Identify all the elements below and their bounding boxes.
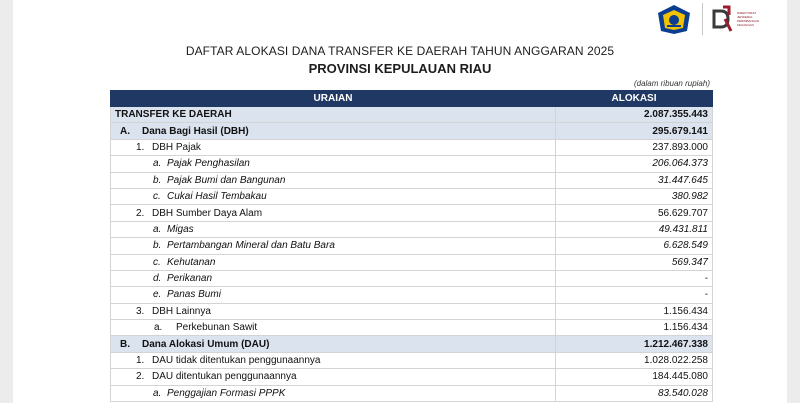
row-value: 31.447.645 — [555, 171, 713, 189]
table-row: b. Pertambangan Mineral dan Batu Bara 6.6… — [110, 237, 713, 255]
table-row: c. Kehutanan 569.347 — [110, 253, 713, 271]
row-label: 3. DBH Lainnya — [110, 302, 556, 321]
table-row: a. Perkebunan Sawit 1.156.434 — [110, 319, 713, 337]
table-row: 1. DAU tidak ditentukan penggunaannya 1.0… — [110, 351, 713, 370]
table-header-row: URAIAN ALOKASI — [110, 90, 713, 107]
row-value: 1.212.467.338 — [555, 335, 713, 353]
table-row: b. Pajak Bumi dan Bangunan 31.447.645 — [110, 171, 713, 189]
djpk-logo-icon — [712, 5, 733, 32]
row-label: e. Panas Bumi — [110, 286, 556, 304]
table-row: A. Dana Bagi Hasil (DBH) 295.679.141 — [110, 122, 713, 140]
page-title: DAFTAR ALOKASI DANA TRANSFER KE DAERAH T… — [185, 44, 615, 58]
row-value: 2.087.355.443 — [555, 105, 713, 124]
row-label: 2. DBH Sumber Daya Alam — [110, 204, 556, 222]
table-row: a. Migas 49.431.811 — [110, 220, 713, 239]
kemenkeu-logo-icon — [658, 5, 690, 34]
title-block: DAFTAR ALOKASI DANA TRANSFER KE DAERAH T… — [13, 44, 787, 76]
row-label: TRANSFER KE DAERAH — [110, 105, 556, 124]
table-row: e. Panas Bumi - — [110, 286, 713, 304]
table-row: 2. DAU ditentukan penggunaannya 184.445.0… — [110, 368, 713, 386]
row-value: - — [555, 269, 713, 288]
row-value: 184.445.080 — [555, 368, 713, 386]
row-value: 569.347 — [555, 253, 713, 271]
row-label: 1. DBH Pajak — [110, 138, 556, 157]
allocation-table: URAIAN ALOKASI TRANSFER KE DAERAH 2.087.… — [110, 90, 713, 403]
row-value: 49.431.811 — [555, 220, 713, 239]
table-row: 2. DBH Sumber Daya Alam 56.629.707 — [110, 204, 713, 222]
header-logos: DIREKTORAT JENDERAL PERIMBANGAN KEUANGAN — [654, 2, 767, 36]
row-value: 1.156.434 — [555, 319, 713, 337]
row-value: 1.156.434 — [555, 302, 713, 321]
row-label: d. Perikanan — [110, 269, 556, 288]
row-label: A. Dana Bagi Hasil (DBH) — [110, 122, 556, 140]
province-title: PROVINSI KEPULAUAN RIAU — [308, 61, 492, 76]
row-value: 83.540.028 — [555, 384, 713, 403]
row-value: 295.679.141 — [555, 122, 713, 140]
row-label: b. Pertambangan Mineral dan Batu Bara — [110, 237, 556, 255]
row-value: - — [555, 286, 713, 304]
row-label: c. Kehutanan — [110, 253, 556, 271]
table-row: B. Dana Alokasi Umum (DAU) 1.212.467.338 — [110, 335, 713, 353]
row-label: b. Pajak Bumi dan Bangunan — [110, 171, 556, 189]
row-label: c. Cukai Hasil Tembakau — [110, 187, 556, 206]
logo-divider — [702, 3, 703, 35]
table-row: c. Cukai Hasil Tembakau 380.982 — [110, 187, 713, 206]
row-value: 6.628.549 — [555, 237, 713, 255]
row-value: 380.982 — [555, 187, 713, 206]
table-row: 3. DBH Lainnya 1.156.434 — [110, 302, 713, 321]
table-row: TRANSFER KE DAERAH 2.087.355.443 — [110, 105, 713, 124]
row-label: a. Perkebunan Sawit — [110, 319, 556, 337]
document-page: DIREKTORAT JENDERAL PERIMBANGAN KEUANGAN… — [13, 0, 787, 403]
row-label: a. Pajak Penghasilan — [110, 155, 556, 173]
column-header-alokasi: ALOKASI — [555, 90, 713, 107]
row-label: 1. DAU tidak ditentukan penggunaannya — [110, 351, 556, 370]
row-label: a. Migas — [110, 220, 556, 239]
table-row: a. Pajak Penghasilan 206.064.373 — [110, 155, 713, 173]
row-value: 56.629.707 — [555, 204, 713, 222]
column-header-uraian: URAIAN — [110, 90, 556, 107]
table-row: 1. DBH Pajak 237.893.000 — [110, 138, 713, 157]
djpk-logo: DIREKTORAT JENDERAL PERIMBANGAN KEUANGAN — [711, 5, 767, 33]
row-value: 237.893.000 — [555, 138, 713, 157]
row-value: 1.028.022.258 — [555, 351, 713, 370]
row-label: a. Penggajian Formasi PPPK — [110, 384, 556, 403]
unit-note: (dalam ribuan rupiah) — [633, 79, 710, 88]
table-row: d. Perikanan - — [110, 269, 713, 288]
row-label: 2. DAU ditentukan penggunaannya — [110, 368, 556, 386]
djpk-logo-text: DIREKTORAT JENDERAL PERIMBANGAN KEUANGAN — [737, 11, 760, 27]
row-value: 206.064.373 — [555, 155, 713, 173]
table-row: a. Penggajian Formasi PPPK 83.540.028 — [110, 384, 713, 403]
row-label: B. Dana Alokasi Umum (DAU) — [110, 335, 556, 353]
